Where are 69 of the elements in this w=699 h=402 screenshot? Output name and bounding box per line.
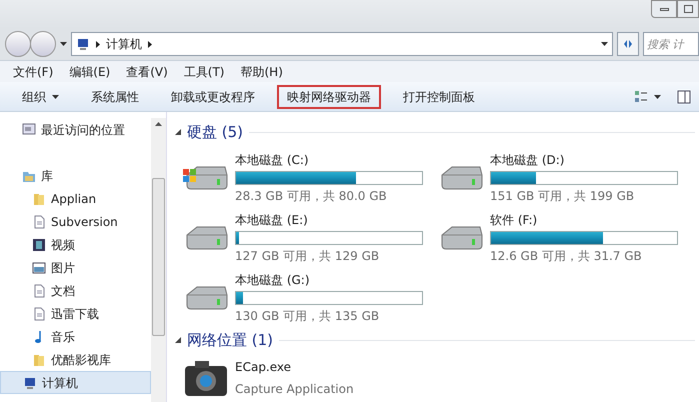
maximize-button[interactable] [677, 0, 699, 18]
sidebar-item[interactable]: Applian [0, 187, 151, 210]
menu-item[interactable]: 查看(V) [126, 62, 168, 80]
menu-item[interactable]: 帮助(H) [240, 62, 283, 80]
drive-space-text: 151 GB 可用，共 199 GB [490, 188, 636, 205]
folder-icon [32, 192, 46, 206]
drive-space-text: 130 GB 可用，共 135 GB [235, 308, 380, 325]
toolbar-button[interactable]: 系统属性 [81, 84, 149, 108]
document-icon [32, 214, 46, 228]
view-list-icon [634, 90, 648, 104]
history-caret-icon [60, 42, 67, 46]
drive-name[interactable]: 软件 (F:) [490, 211, 678, 229]
toolbar-button[interactable]: 组织 [12, 84, 69, 108]
recent-places-icon [22, 122, 36, 136]
toolbar-button[interactable]: 打开控制面板 [393, 84, 485, 108]
minimize-button[interactable] [651, 0, 677, 18]
sidebar-item[interactable]: 优酷影视库 [0, 348, 151, 371]
sidebar-item[interactable]: 音乐 [0, 325, 151, 348]
search-field[interactable]: 搜索 计 [643, 32, 699, 56]
pane-icon [677, 90, 691, 104]
folder-icon [32, 352, 46, 366]
maximize-icon [684, 5, 692, 13]
app-name[interactable]: ECap.exe [235, 358, 354, 376]
forward-button[interactable] [30, 31, 56, 57]
minimize-icon [660, 8, 668, 10]
sidebar-item[interactable]: 视频 [0, 233, 151, 256]
scroll-thumb[interactable] [152, 178, 165, 336]
sidebar-item[interactable]: Subversion [0, 210, 151, 233]
toolbar-button[interactable]: 映射网络驱动器 [277, 84, 381, 108]
breadcrumb-arrow-icon [148, 40, 152, 48]
camera-icon [183, 358, 229, 398]
refresh-icon [622, 38, 634, 50]
sidebar-item[interactable]: 计算机 [0, 371, 151, 394]
menu-item[interactable]: 编辑(E) [69, 62, 110, 80]
drive-name[interactable]: 本地磁盘 (E:) [235, 211, 423, 229]
breadcrumb-arrow-icon [96, 40, 100, 48]
drive-name[interactable]: 本地磁盘 (D:) [490, 151, 678, 169]
collapse-arrow-icon[interactable] [175, 337, 181, 343]
group-header: 网络位置 (1) [187, 330, 274, 351]
document-icon [32, 284, 46, 298]
sidebar-item[interactable]: 图片 [0, 256, 151, 279]
drive-space-text: 12.6 GB 可用，共 31.7 GB [490, 248, 643, 265]
picture-icon [32, 260, 46, 274]
sidebar-item[interactable]: 迅雷下载 [0, 302, 151, 325]
collapse-arrow-icon[interactable] [175, 129, 181, 135]
sidebar-item[interactable]: 最近访问的位置 [0, 118, 151, 141]
drive-name[interactable]: 本地磁盘 (G:) [235, 271, 423, 289]
document-icon [32, 306, 46, 320]
address-dropdown-icon [601, 42, 608, 46]
menu-item[interactable]: 工具(T) [184, 62, 224, 80]
menu-item[interactable]: 文件(F) [13, 62, 54, 80]
drive-name[interactable]: 本地磁盘 (C:) [235, 151, 423, 169]
computer-icon [23, 376, 37, 390]
drive-space-text: 127 GB 可用，共 129 GB [235, 248, 380, 265]
address-field[interactable]: 计算机 [71, 32, 613, 56]
film-icon [32, 238, 46, 252]
caret-icon [654, 94, 661, 98]
group-header: 硬盘 (5) [187, 122, 244, 143]
scroll-up-icon[interactable] [155, 122, 162, 126]
breadcrumb-item[interactable]: 计算机 [106, 35, 142, 53]
computer-icon [76, 37, 90, 51]
scrollbar[interactable] [151, 118, 166, 402]
back-button[interactable] [5, 31, 31, 57]
sidebar-item[interactable]: 文档 [0, 279, 151, 302]
app-description: Capture Application [235, 381, 354, 398]
sidebar-item[interactable]: 库 [0, 164, 151, 187]
toolbar-button[interactable]: 卸载或更改程序 [161, 84, 265, 108]
drive-space-text: 28.3 GB 可用，共 80.0 GB [235, 188, 388, 205]
refresh-button[interactable] [617, 32, 639, 56]
